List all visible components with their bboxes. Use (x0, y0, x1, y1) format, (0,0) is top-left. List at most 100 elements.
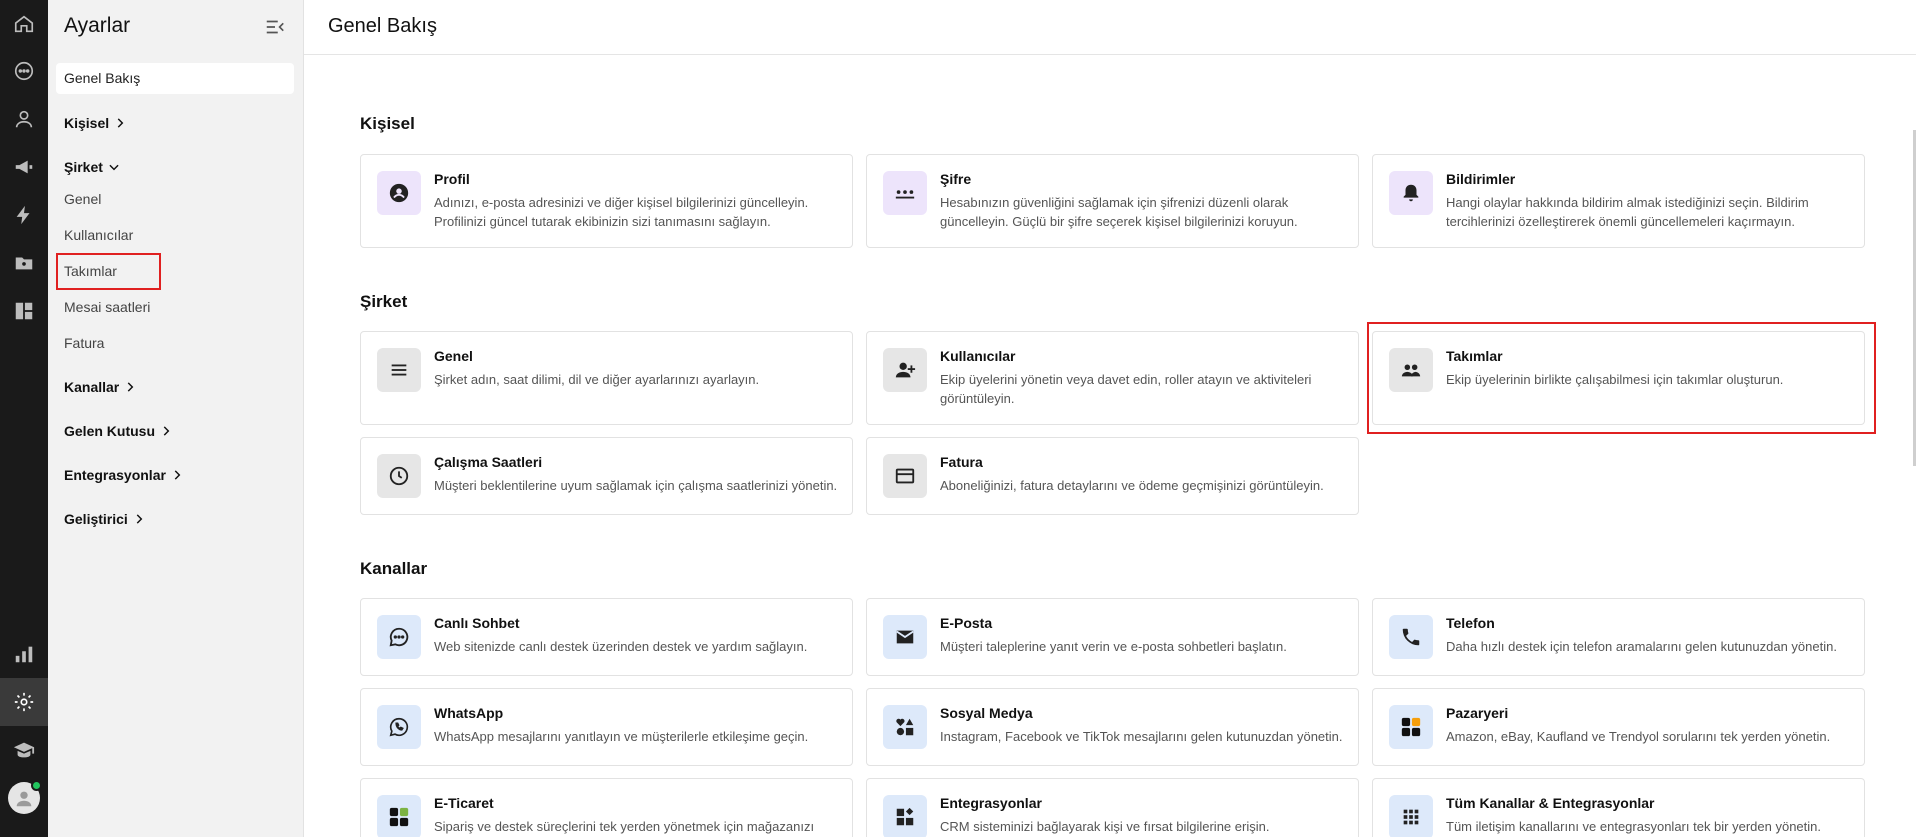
sidebar-section-entegrasyonlar[interactable]: Entegrasyonlar (64, 467, 184, 483)
card-profil[interactable]: Profil Adınızı, e-posta adresinizi ve di… (360, 154, 853, 248)
card-tum-kanallar[interactable]: Tüm Kanallar & Entegrasyonlar Tüm iletiş… (1372, 778, 1865, 837)
sidebar-section-kisisel[interactable]: Kişisel (64, 115, 127, 131)
card-title: Bildirimler (1446, 171, 1516, 187)
apps-grid-icon (1403, 809, 1419, 825)
card-description: Daha hızlı destek için telefon aramaları… (1446, 639, 1837, 654)
card-description: Tüm iletişim kanallarını ve entegrasyonl… (1446, 819, 1822, 834)
sidebar-item-mesai-saatleri[interactable]: Mesai saatleri (64, 299, 150, 315)
card-telefon[interactable]: Telefon Daha hızlı destek için telefon a… (1372, 598, 1865, 676)
card-pazaryeri[interactable]: Pazaryeri Amazon, eBay, Kaufland ve Tren… (1372, 688, 1865, 766)
sidebar-section-sirket[interactable]: Şirket (64, 159, 121, 175)
clock-icon (389, 466, 409, 486)
card-title: Profil (434, 171, 470, 187)
dashboard-icon[interactable] (0, 287, 48, 335)
card-title: WhatsApp (434, 705, 504, 721)
card-description: Amazon, eBay, Kaufland ve Trendyol sorul… (1446, 729, 1831, 744)
profile-icon (389, 183, 409, 203)
sidebar-section-gelistirici[interactable]: Geliştirici (64, 511, 146, 527)
bell-icon (1403, 184, 1419, 202)
credit-card-icon (895, 468, 915, 484)
card-description: Adınızı, e-posta adresinizi ve diğer kiş… (434, 195, 809, 229)
marketplace-icon (1401, 717, 1421, 737)
card-title: E-Posta (940, 615, 993, 631)
contacts-icon[interactable] (0, 95, 48, 143)
card-title: Telefon (1446, 615, 1495, 631)
chevron-down-icon (109, 164, 119, 171)
whatsapp-icon (389, 717, 409, 737)
sidebar-item-genel-bakis[interactable]: Genel Bakış (56, 63, 294, 94)
card-title: Entegrasyonlar (940, 795, 1042, 811)
card-sifre[interactable]: Şifre Hesabınızın güvenliğini sağlamak i… (866, 154, 1359, 248)
card-description: CRM sisteminizi bağlayarak kişi ve fırsa… (940, 819, 1270, 834)
card-genel[interactable]: Genel Şirket adın, saat dilimi, dil ve d… (360, 331, 853, 425)
section-title-kisisel: Kişisel (360, 114, 415, 133)
card-title: Sosyal Medya (940, 705, 1033, 721)
card-whatsapp[interactable]: WhatsApp WhatsApp mesajlarını yanıtlayın… (360, 688, 853, 766)
main-content: Genel Bakış Kişisel Profil Adınızı, e-po… (304, 0, 1916, 837)
card-title: Tüm Kanallar & Entegrasyonlar (1446, 795, 1655, 811)
section-label: Kişisel (64, 115, 110, 131)
card-entegrasyonlar[interactable]: Entegrasyonlar CRM sisteminizi bağlayara… (866, 778, 1359, 837)
sidebar-section-gelen-kutusu[interactable]: Gelen Kutusu (64, 423, 173, 439)
sidebar-item-fatura[interactable]: Fatura (64, 335, 104, 351)
sidebar-item-kullanicilar[interactable]: Kullanıcılar (64, 227, 133, 243)
conversations-icon[interactable] (0, 47, 48, 95)
chevron-right-icon (163, 426, 170, 436)
chevron-right-icon (117, 118, 124, 128)
user-icon (16, 791, 32, 807)
phone-icon (1402, 628, 1420, 646)
card-description: Ekip üyelerini yönetin veya davet edin, … (940, 372, 1312, 406)
icon-rail (0, 0, 48, 837)
sidebar-section-kanallar[interactable]: Kanallar (64, 379, 137, 395)
settings-sidebar: Ayarlar Genel Bakış Kişisel Şirket Genel… (48, 0, 304, 837)
home-icon[interactable] (0, 0, 48, 48)
card-e-posta[interactable]: E-Posta Müşteri taleplerine yanıt verin … (866, 598, 1359, 676)
card-description: Şirket adın, saat dilimi, dil ve diğer a… (434, 372, 760, 387)
academy-icon[interactable] (0, 726, 48, 774)
sidebar-title: Ayarlar (64, 14, 131, 37)
card-description: Müşteri taleplerine yanıt verin ve e-pos… (940, 639, 1287, 654)
ecommerce-icon (389, 807, 409, 827)
card-e-ticaret[interactable]: E-Ticaret Sipariş ve destek süreçlerini … (360, 778, 853, 837)
card-title: Çalışma Saatleri (434, 454, 543, 470)
section-label: Gelen Kutusu (64, 423, 156, 439)
page-title: Genel Bakış (328, 15, 437, 37)
section-label: Kanallar (64, 379, 120, 395)
card-calisma-saatleri[interactable]: Çalışma Saatleri Müşteri beklentilerine … (360, 437, 853, 515)
card-title: Şifre (940, 171, 972, 187)
widgets-icon (896, 807, 914, 826)
person-add-icon (895, 362, 916, 378)
folder-icon[interactable] (0, 239, 48, 287)
chevron-right-icon (136, 514, 143, 524)
section-label: Entegrasyonlar (64, 467, 166, 483)
scrollbar[interactable] (1908, 55, 1916, 837)
automation-icon[interactable] (0, 191, 48, 239)
card-description: Sipariş ve destek süreçlerini tek yerden… (434, 819, 815, 834)
card-description: Hesabınızın güvenliğini sağlamak için şi… (940, 195, 1298, 229)
card-sosyal-medya[interactable]: Sosyal Medya Instagram, Facebook ve TikT… (866, 688, 1359, 766)
section-title-kanallar: Kanallar (360, 559, 428, 578)
card-title: Pazaryeri (1446, 705, 1509, 721)
card-bildirimler[interactable]: Bildirimler Hangi olaylar hakkında bildi… (1372, 154, 1865, 248)
settings-icon[interactable] (0, 678, 48, 726)
card-title: Genel (434, 348, 473, 364)
card-description: Aboneliğinizi, fatura detaylarını ve öde… (940, 478, 1324, 493)
card-title: Kullanıcılar (940, 348, 1016, 364)
section-label: Geliştirici (64, 511, 128, 527)
card-title: Fatura (940, 454, 983, 470)
collapse-sidebar-icon[interactable] (264, 16, 286, 38)
campaigns-icon[interactable] (0, 143, 48, 191)
reports-icon[interactable] (0, 630, 48, 678)
highlight-box (1367, 322, 1876, 434)
card-description: Instagram, Facebook ve TikTok mesajların… (940, 729, 1343, 744)
card-title: Canlı Sohbet (434, 615, 520, 631)
card-canli-sohbet[interactable]: Canlı Sohbet Web sitenizde canlı destek … (360, 598, 853, 676)
card-fatura[interactable]: Fatura Aboneliğinizi, fatura detaylarını… (866, 437, 1359, 515)
password-icon (895, 190, 915, 199)
avatar[interactable] (8, 780, 42, 814)
card-title: E-Ticaret (434, 795, 494, 811)
card-kullanicilar[interactable]: Kullanıcılar Ekip üyelerini yönetin veya… (866, 331, 1359, 425)
card-description: Web sitenizde canlı destek üzerinden des… (434, 639, 808, 654)
sidebar-item-genel[interactable]: Genel (64, 191, 101, 207)
chevron-right-icon (174, 470, 181, 480)
